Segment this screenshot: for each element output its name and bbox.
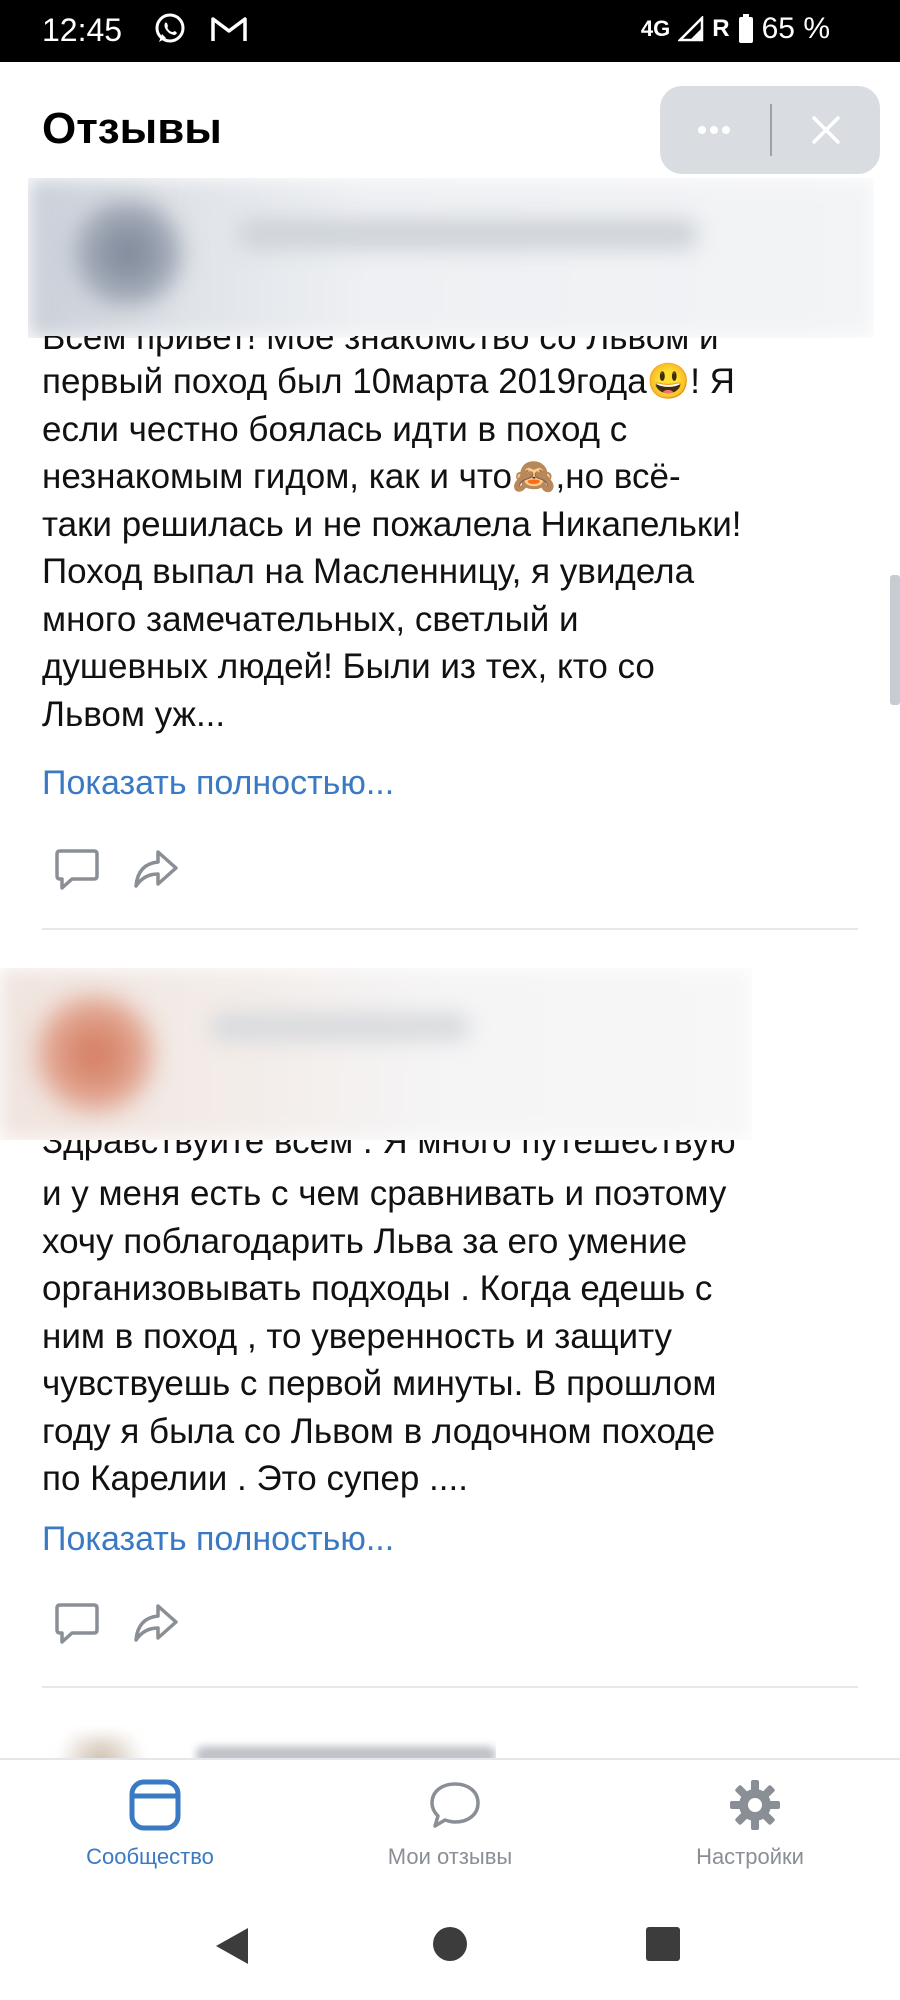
more-icon bbox=[698, 126, 730, 134]
gear-icon bbox=[730, 1780, 780, 1830]
status-right: 4G R 65 % bbox=[641, 12, 830, 46]
review-text-line: незнакомым гидом, как и что🙈,но всё- bbox=[42, 457, 681, 496]
review-text-line: много замечательных, светлый и bbox=[42, 599, 579, 639]
battery-icon bbox=[738, 14, 753, 43]
review-text-line: по Карелии . Это супер .... bbox=[42, 1459, 468, 1498]
roaming-indicator: R bbox=[712, 15, 730, 42]
review-text-line: Поход выпал на Масленницу, я увидела bbox=[42, 552, 695, 591]
review-text-line: году я была со Львом в лодочном походе bbox=[42, 1411, 716, 1451]
comment-icon[interactable] bbox=[54, 846, 100, 892]
review-text-partial-line: Здравствуйте всем . Я много путешествую bbox=[42, 1140, 736, 1161]
review-text-line: Львом уж... bbox=[42, 694, 226, 734]
review-text-line: чувствуешь с первой минуты. В прошлом bbox=[42, 1364, 717, 1403]
review-text-partial-line: Всем привет! Моё знакомство со Львом и bbox=[42, 336, 719, 357]
review-text-line: душевных людей! Были из тех, кто со bbox=[42, 647, 655, 686]
avatar bbox=[68, 198, 188, 308]
share-icon[interactable] bbox=[132, 1600, 178, 1646]
review-text-line: и у меня есть с чем сравнивать и поэтому bbox=[42, 1174, 727, 1213]
review-author-blurred bbox=[36, 1726, 496, 1758]
whatsapp-icon bbox=[155, 13, 185, 43]
community-icon bbox=[129, 1779, 181, 1831]
nav-label: Настройки bbox=[696, 1844, 804, 1869]
status-time: 12:45 bbox=[42, 12, 123, 48]
signal-icon bbox=[678, 16, 704, 42]
review-divider bbox=[42, 1686, 858, 1688]
review-text-line: ним в поход , то уверенность и защиту bbox=[42, 1316, 672, 1356]
system-nav-bar bbox=[0, 1888, 900, 2000]
show-more-link[interactable]: Показать полностью... bbox=[42, 1520, 394, 1559]
review-text-line: таки решилась и не пожалела Никапельки! bbox=[42, 504, 742, 544]
review-author-blurred bbox=[28, 178, 874, 338]
nav-label: Мои отзывы bbox=[387, 1844, 513, 1869]
share-icon[interactable] bbox=[132, 846, 178, 892]
nav-item-community[interactable]: Сообщество bbox=[40, 1760, 260, 1890]
review-divider bbox=[42, 928, 858, 930]
nav-item-settings[interactable]: Настройки bbox=[640, 1760, 860, 1890]
avatar bbox=[30, 990, 160, 1118]
close-button[interactable] bbox=[772, 86, 880, 174]
back-icon[interactable] bbox=[214, 1926, 250, 1966]
battery-level: 65 % bbox=[761, 12, 830, 45]
gmail-icon bbox=[211, 17, 247, 41]
network-type: 4G bbox=[640, 16, 671, 41]
review-text-line: хочу поблагодарить Льва за его умение bbox=[42, 1221, 688, 1261]
review-text: и у меня есть с чем сравнивать и поэтому… bbox=[42, 1170, 862, 1503]
show-more-link[interactable]: Показать полностью... bbox=[42, 764, 394, 803]
page-title: Отзывы bbox=[42, 104, 222, 153]
header-controls bbox=[660, 86, 880, 174]
review-text-line: организовывать подходы . Когда едешь с bbox=[42, 1269, 713, 1308]
nav-item-my-reviews[interactable]: Мои отзывы bbox=[340, 1760, 560, 1890]
review-author-blurred bbox=[0, 968, 752, 1140]
review-text-line: первый поход был 10марта 2019года😃! Я bbox=[42, 362, 735, 401]
review-text-line: если честно боялась идти в поход с bbox=[42, 409, 628, 449]
avatar bbox=[46, 1734, 156, 1758]
nav-label: Сообщество bbox=[86, 1844, 214, 1869]
chat-bubble-icon bbox=[430, 1782, 480, 1828]
scroll-indicator[interactable] bbox=[890, 575, 900, 705]
more-button[interactable] bbox=[660, 86, 768, 174]
review-text: первый поход был 10марта 2019года😃! Я ес… bbox=[42, 358, 862, 738]
status-bar: 12:45 4G R 65 % bbox=[0, 0, 900, 62]
close-icon bbox=[812, 116, 840, 144]
recent-apps-button[interactable] bbox=[646, 1927, 680, 1961]
comment-icon[interactable] bbox=[54, 1600, 100, 1646]
bottom-nav: Сообщество Мои отзывы Настройки bbox=[0, 1758, 900, 1890]
home-button[interactable] bbox=[433, 1927, 467, 1961]
